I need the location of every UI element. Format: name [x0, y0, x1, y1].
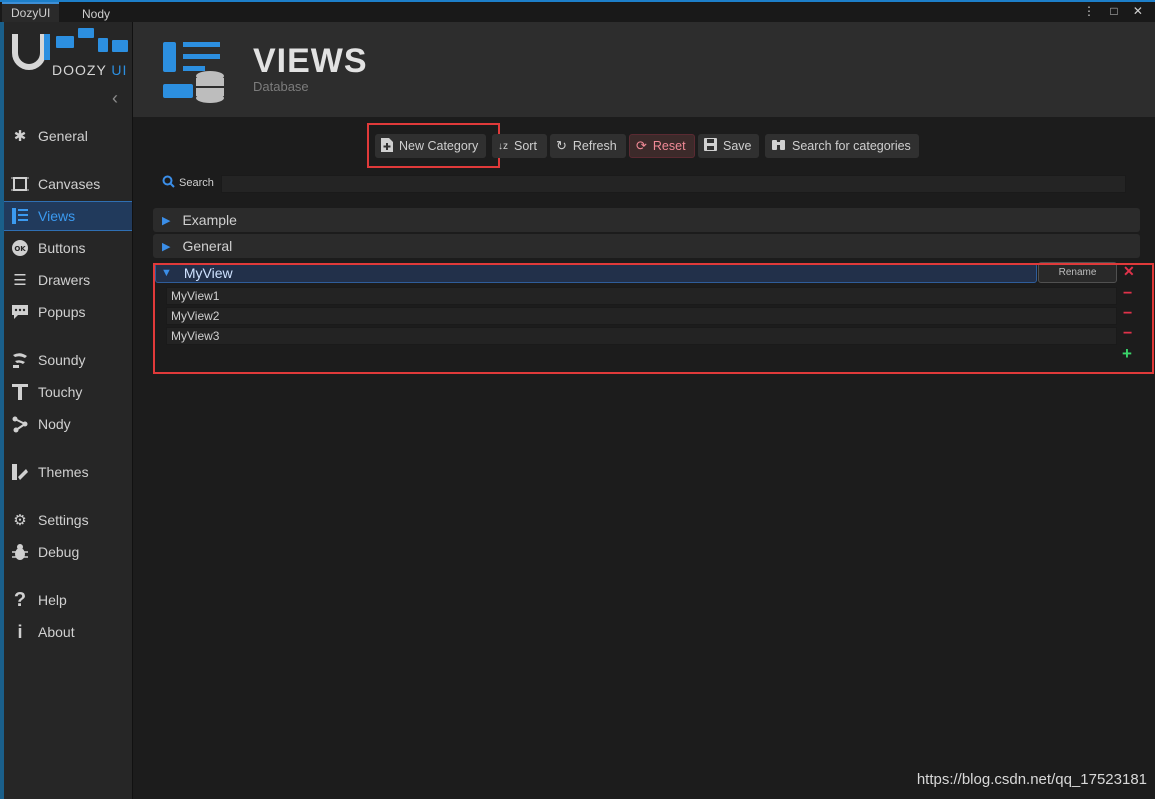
info-icon: i [17, 621, 23, 642]
sort-az-icon: ↓z [498, 140, 508, 152]
search-label: Search [162, 175, 214, 191]
general-icon: ✱ [13, 128, 27, 145]
refresh-icon: ↻ [556, 138, 567, 153]
views-database-icon [163, 42, 225, 103]
sidebar-item-soundy[interactable]: Soundy [4, 346, 132, 374]
logo-tablet-icon [98, 38, 108, 52]
save-icon [704, 138, 717, 154]
themes-icon [10, 462, 30, 482]
sidebar-item-settings[interactable]: ⚙ Settings [4, 506, 132, 534]
watermark-url: https://blog.csdn.net/qq_17523181 [916, 771, 1147, 788]
sidebar-item-buttons[interactable]: OK Buttons [4, 234, 132, 262]
refresh-button[interactable]: ↻ Refresh [550, 134, 626, 158]
nody-icon [10, 414, 30, 434]
sidebar-item-canvases[interactable]: Canvases [4, 170, 132, 198]
binoculars-icon [771, 138, 786, 154]
drawers-icon: ☰ [13, 272, 27, 289]
category-example[interactable]: ▶ Example [153, 208, 1140, 232]
sidebar-item-views[interactable]: Views [4, 201, 132, 231]
sound-icon [10, 350, 30, 370]
help-icon: ? [13, 588, 27, 611]
svg-text:OK: OK [14, 245, 26, 253]
sidebar-item-touchy[interactable]: Touchy [4, 378, 132, 406]
myview-highlight [153, 263, 1154, 374]
logo-u-stem [44, 34, 50, 60]
tab-nody[interactable]: Nody [73, 4, 119, 24]
gear-icon: ⚙ [13, 512, 27, 529]
touch-icon [10, 382, 30, 402]
sidebar-item-debug[interactable]: Debug [4, 538, 132, 566]
sidebar-item-about[interactable]: i About [4, 618, 132, 646]
save-button[interactable]: Save [698, 134, 759, 158]
editor-tab-bar: DozyUI Nody ⋮ □ ✕ [0, 0, 1155, 24]
search-icon [162, 175, 175, 191]
sidebar-item-themes[interactable]: Themes [4, 458, 132, 486]
reset-icon: ⟳ [636, 138, 647, 153]
logo-monitor-icon [56, 36, 74, 48]
tab-doozyui[interactable]: DozyUI [2, 2, 60, 24]
sidebar-item-drawers[interactable]: ☰ Drawers [4, 266, 132, 294]
canvas-icon [10, 174, 30, 194]
bug-icon [10, 542, 30, 562]
popup-icon [10, 302, 30, 322]
search-categories-button[interactable]: Search for categories [765, 134, 919, 158]
search-input[interactable] [221, 175, 1126, 193]
sidebar: DOOZY UI ‹ ✱ General Canvases Views OK Bu… [4, 22, 133, 799]
sidebar-item-popups[interactable]: Popups [4, 298, 132, 326]
sidebar-item-general[interactable]: ✱ General [4, 122, 132, 150]
reset-button[interactable]: ⟳ Reset [629, 134, 695, 158]
collapse-sidebar-icon[interactable]: ‹ [112, 88, 118, 109]
new-category-highlight [367, 123, 500, 168]
sidebar-item-nody[interactable]: Nody [4, 410, 132, 438]
sort-button[interactable]: ↓z Sort [492, 134, 547, 158]
expand-arrow-icon: ▶ [162, 240, 171, 253]
category-general[interactable]: ▶ General [153, 234, 1140, 258]
page-subtitle: Database [253, 79, 309, 94]
page-header: VIEWS Database [133, 22, 1155, 117]
ok-button-icon: OK [10, 238, 30, 258]
logo-laptop-icon [78, 28, 94, 38]
logo-text: DOOZY UI [52, 62, 128, 78]
page-title: VIEWS [253, 42, 368, 80]
sidebar-item-help[interactable]: ? Help [4, 586, 132, 614]
logo-u-shape [12, 34, 46, 70]
logo-screen-icon [112, 40, 128, 52]
window-menu-icons[interactable]: ⋮ □ ✕ [1083, 4, 1149, 18]
views-icon [10, 206, 30, 226]
expand-arrow-icon: ▶ [162, 214, 171, 227]
